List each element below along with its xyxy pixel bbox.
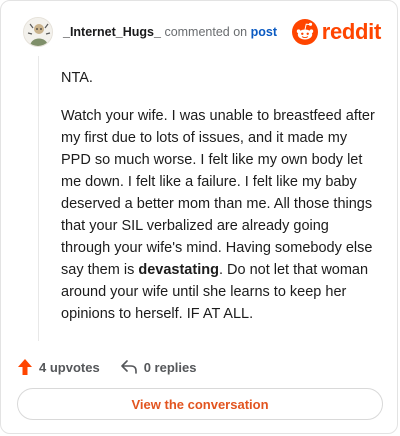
reddit-snoo-icon <box>291 19 318 45</box>
user-avatar[interactable] <box>23 17 53 47</box>
comment-text-before-bold: Watch your wife. I was unable to breastf… <box>61 108 375 278</box>
comment-bold-word: devastating <box>138 262 219 278</box>
comment-body: NTA. Watch your wife. I was unable to br… <box>61 67 376 341</box>
post-link[interactable]: post <box>251 25 277 39</box>
upvote-count: 4 upvotes <box>39 359 100 375</box>
reply-count: 0 replies <box>143 359 197 375</box>
author-line: _Internet_Hugs_ commented on post <box>63 25 277 39</box>
avatar-illustration-icon <box>24 18 52 46</box>
comment-header: _Internet_Hugs_ commented on post reddit <box>23 17 381 53</box>
view-conversation-button[interactable]: View the conversation <box>17 388 383 420</box>
comment-paragraph-1: NTA. <box>61 70 93 86</box>
upvote-arrow-icon <box>18 359 32 375</box>
upvote-action[interactable]: 4 upvotes <box>17 358 100 376</box>
author-name[interactable]: _Internet_Hugs_ <box>63 25 161 39</box>
commented-on-text: commented on <box>164 25 248 39</box>
reddit-logo[interactable]: reddit <box>291 17 382 47</box>
reply-arrow-icon <box>120 360 137 374</box>
comment-card: _Internet_Hugs_ commented on post reddit… <box>0 0 398 434</box>
reply-action[interactable]: 0 replies <box>120 359 197 375</box>
reddit-wordmark: reddit <box>321 19 382 44</box>
thread-line <box>38 56 39 341</box>
comment-paragraph-2: Watch your wife. I was unable to breastf… <box>61 105 376 325</box>
comment-actions: 4 upvotes 0 replies <box>17 357 196 377</box>
